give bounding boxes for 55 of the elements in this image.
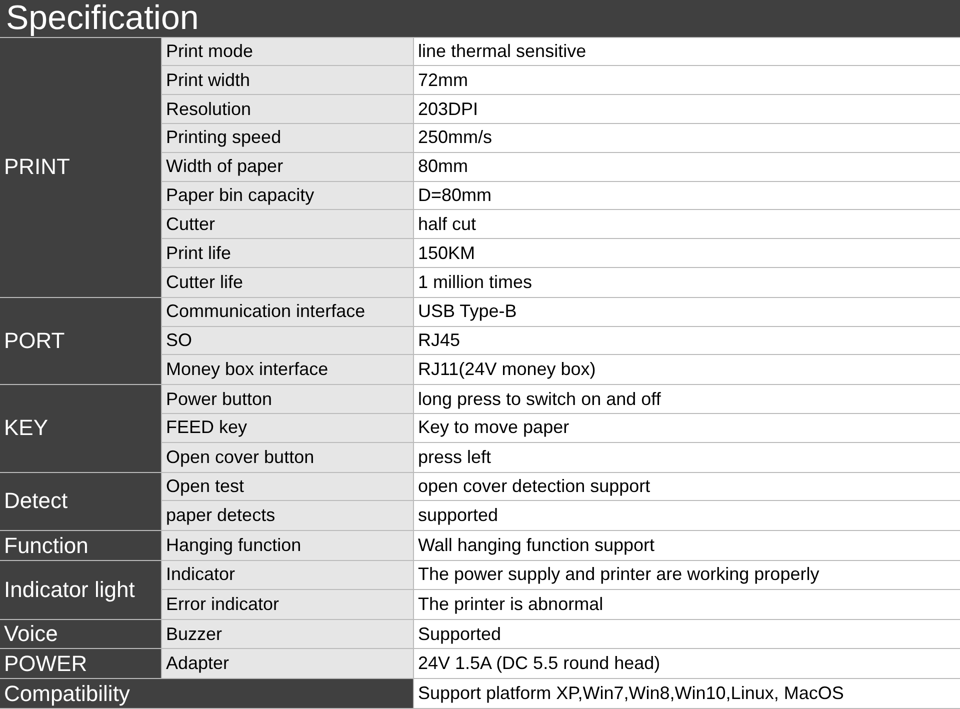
group-label: Detect: [4, 490, 68, 512]
value-cell-text: 1 million times: [417, 270, 534, 294]
value-cell-text: long press to switch on and off: [417, 388, 662, 411]
label-cell: SO: [162, 326, 414, 354]
group-label: Indicator light: [4, 578, 135, 601]
value-cell-text: line thermal sensitive: [417, 40, 588, 64]
value-cell-text: RJ11(24V money box): [417, 358, 597, 382]
label-cell: FEED key: [162, 414, 414, 442]
value-cell-text: 72mm: [417, 68, 470, 92]
group-label: Compatibility: [4, 682, 130, 705]
label-cell: Resolution: [162, 95, 414, 124]
value-cell-text: The power supply and printer are working properly: [417, 563, 820, 586]
label-cell: Error indicator: [162, 590, 414, 619]
group-label: PORT: [4, 330, 65, 352]
label-cell: Cutter life: [162, 268, 414, 297]
value-cell-text: open cover detection support: [417, 475, 652, 498]
value-cell-text: Supported: [417, 622, 502, 646]
group-label: POWER: [4, 652, 88, 675]
label-cell: Money box interface: [162, 355, 414, 384]
label-cell: Buzzer: [162, 620, 414, 648]
label-cell: Print mode: [162, 38, 414, 66]
value-cell-text: 150KM: [417, 242, 476, 265]
value-cell-text: Wall hanging function support: [417, 534, 656, 558]
value-cell-text: 250mm/s: [417, 126, 494, 150]
value-cell-text: The printer is abnormal: [417, 592, 604, 616]
label-cell: paper detects: [162, 501, 414, 530]
label-cell: Cutter: [162, 210, 414, 238]
value-cell-text: 24V 1.5A (DC 5.5 round head): [417, 652, 662, 676]
group-label: KEY: [4, 417, 48, 440]
label-cell: Communication interface: [162, 298, 414, 326]
label-cell: Print width: [162, 66, 414, 94]
group-label: Function: [4, 534, 88, 557]
value-cell-text: D=80mm: [417, 184, 493, 208]
label-cell: Indicator: [162, 561, 414, 589]
label-cell: Paper bin capacity: [162, 182, 414, 210]
value-cell-text: 203DPI: [417, 98, 480, 121]
value-cell-text: Support platform XP,Win7,Win8,Win10,Linux, MacOS: [417, 682, 845, 706]
group-label: PRINT: [4, 156, 70, 178]
value-cell-text: Key to move paper: [417, 416, 570, 440]
label-cell: Print life: [162, 239, 414, 268]
group-label: Voice: [4, 623, 58, 645]
value-cell-text: half cut: [417, 212, 478, 236]
label-cell: Open cover button: [162, 442, 414, 472]
value-cell-text: RJ45: [417, 329, 462, 352]
label-cell: Adapter: [162, 649, 414, 678]
page-title: Specification: [6, 1, 199, 36]
label-cell: Power button: [162, 385, 414, 414]
label-cell: Width of paper: [162, 152, 414, 181]
label-cell: Hanging function: [162, 531, 414, 560]
value-cell-text: supported: [417, 504, 500, 528]
value-cell-text: press left: [417, 446, 492, 469]
label-cell: Printing speed: [162, 124, 414, 152]
value-cell-text: 80mm: [417, 155, 470, 178]
value-cell-text: USB Type-B: [417, 300, 518, 324]
label-cell: Open test: [162, 472, 414, 500]
